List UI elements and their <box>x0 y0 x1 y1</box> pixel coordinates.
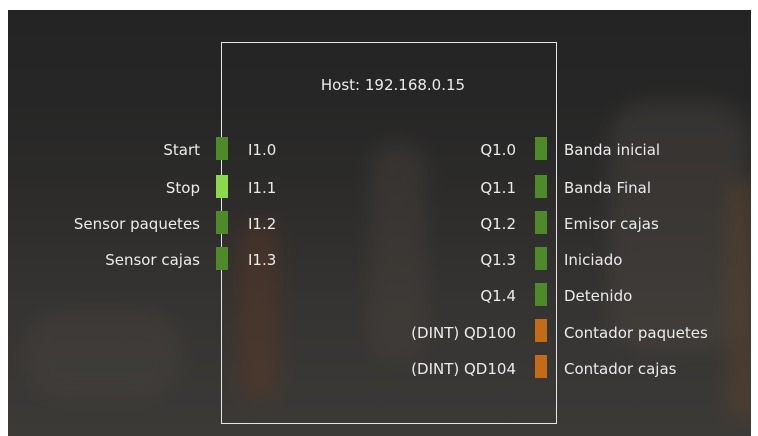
output-indicator-emisor-cajas <box>535 211 547 234</box>
output-address-q1-3: Q1.3 <box>480 251 516 269</box>
output-label-emisor-cajas: Emisor cajas <box>564 215 659 233</box>
output-address-q1-1: Q1.1 <box>480 179 516 197</box>
output-indicator-banda-final <box>535 175 547 198</box>
input-label-sensor-cajas: Sensor cajas <box>105 251 200 269</box>
input-address-sensor-cajas: I1.3 <box>248 251 277 269</box>
input-indicator-start <box>216 137 228 160</box>
input-label-stop: Stop <box>165 179 200 197</box>
input-indicator-sensor-paquetes <box>216 211 228 234</box>
output-address-q1-0: Q1.0 <box>480 141 516 159</box>
output-label-detenido: Detenido <box>564 287 633 305</box>
output-address-qd100: (DINT) QD100 <box>411 324 516 342</box>
input-indicator-stop <box>216 175 228 198</box>
plc-io-panel: Host: 192.168.0.15 Start I1.0 Stop I1.1 … <box>8 10 751 436</box>
output-indicator-banda-inicial <box>535 137 547 160</box>
output-label-banda-inicial: Banda inicial <box>564 141 661 159</box>
output-label-iniciado: Iniciado <box>564 251 623 269</box>
input-label-sensor-paquetes: Sensor paquetes <box>73 215 200 233</box>
output-address-qd104: (DINT) QD104 <box>411 360 516 378</box>
output-address-q1-2: Q1.2 <box>480 215 516 233</box>
output-indicator-contador-paquetes <box>535 319 547 342</box>
output-indicator-contador-cajas <box>535 355 547 378</box>
background-blur <box>23 310 183 400</box>
input-address-start: I1.0 <box>248 141 277 159</box>
host-label: Host: 192.168.0.15 <box>320 76 466 94</box>
input-indicator-sensor-cajas <box>216 247 228 270</box>
input-address-stop: I1.1 <box>248 179 277 197</box>
input-label-start: Start <box>163 141 200 159</box>
output-label-contador-paquetes: Contador paquetes <box>564 324 708 342</box>
output-indicator-iniciado <box>535 247 547 270</box>
output-label-contador-cajas: Contador cajas <box>564 360 677 378</box>
input-address-sensor-paquetes: I1.2 <box>248 215 277 233</box>
background-blur <box>728 180 751 420</box>
output-address-q1-4: Q1.4 <box>480 287 516 305</box>
output-label-banda-final: Banda Final <box>564 179 652 197</box>
output-indicator-detenido <box>535 283 547 306</box>
